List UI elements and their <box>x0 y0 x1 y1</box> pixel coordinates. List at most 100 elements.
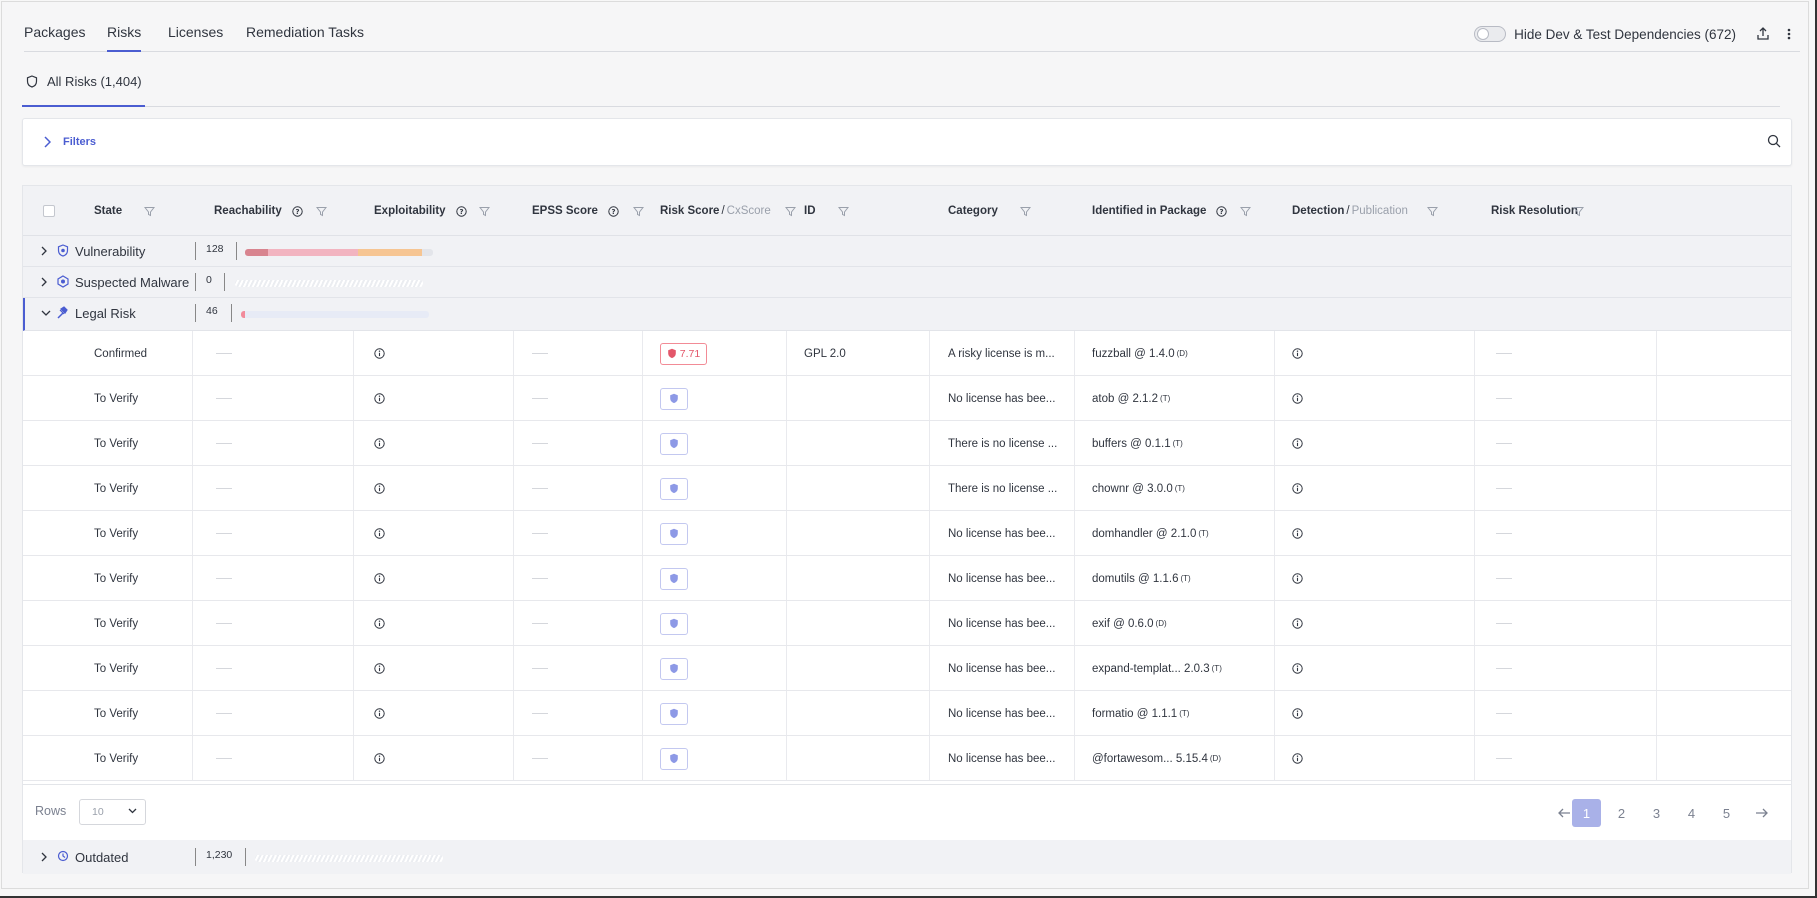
info-icon[interactable] <box>374 466 385 511</box>
export-icon[interactable] <box>1752 23 1774 45</box>
risk-score-badge[interactable] <box>660 466 688 511</box>
info-icon[interactable] <box>1292 601 1303 646</box>
header-state[interactable]: State <box>94 186 122 236</box>
risk-score-badge[interactable] <box>660 646 688 691</box>
group-legal-risk[interactable]: Legal Risk 46 <box>23 298 1791 331</box>
info-icon[interactable] <box>374 736 385 781</box>
info-icon[interactable] <box>374 601 385 646</box>
chevron-right-icon[interactable] <box>41 852 47 862</box>
table-row[interactable]: To Verify No license has bee... domutils @… <box>23 556 1791 601</box>
table-row[interactable]: To Verify There is no license ... buffers … <box>23 421 1791 466</box>
info-icon[interactable] <box>374 646 385 691</box>
filter-icon[interactable] <box>633 186 644 236</box>
package-cell[interactable]: buffers @ 0.1.1 (T) <box>1092 421 1183 466</box>
chevron-right-icon[interactable] <box>43 136 51 148</box>
filter-icon[interactable] <box>1573 186 1584 236</box>
info-icon[interactable] <box>1292 331 1303 376</box>
tab-remediation-tasks[interactable]: Remediation Tasks <box>246 24 364 52</box>
table-row[interactable]: Confirmed 7.71 GPL 2.0 A risky license is m… <box>23 331 1791 376</box>
filter-icon[interactable] <box>785 186 796 236</box>
header-risk-score[interactable]: Risk Score / CxScore <box>660 186 771 236</box>
risk-score-badge[interactable] <box>660 421 688 466</box>
score-badge[interactable] <box>660 477 688 500</box>
header-package[interactable]: Identified in Package ? <box>1092 186 1228 236</box>
filter-icon[interactable] <box>1020 186 1031 236</box>
info-icon[interactable] <box>374 376 385 421</box>
tab-risks[interactable]: Risks <box>107 24 142 52</box>
page-3[interactable]: 3 <box>1642 799 1671 827</box>
help-icon[interactable]: ? <box>292 205 303 217</box>
page-1[interactable]: 1 <box>1572 799 1601 827</box>
chevron-right-icon[interactable] <box>41 277 47 287</box>
package-cell[interactable]: exif @ 0.6.0 (D) <box>1092 601 1167 646</box>
table-row[interactable]: To Verify No license has bee... atob @ 2.1… <box>23 376 1791 421</box>
score-badge[interactable] <box>660 747 688 770</box>
hide-dev-toggle[interactable] <box>1474 26 1507 42</box>
package-cell[interactable]: @fortawesom... 5.15.4 (D) <box>1092 736 1221 781</box>
package-cell[interactable]: expand-templat... 2.0.3 (T) <box>1092 646 1222 691</box>
chevron-right-icon[interactable] <box>41 246 47 256</box>
more-options-icon[interactable] <box>1778 23 1800 45</box>
package-cell[interactable]: domutils @ 1.1.6 (T) <box>1092 556 1191 601</box>
package-cell[interactable]: formatio @ 1.1.1 (T) <box>1092 691 1189 736</box>
info-icon[interactable] <box>1292 511 1303 556</box>
risk-score-badge[interactable] <box>660 511 688 556</box>
filter-icon[interactable] <box>316 186 327 236</box>
header-category[interactable]: Category <box>948 186 998 236</box>
table-row[interactable]: To Verify No license has bee... formatio @… <box>23 691 1791 736</box>
info-icon[interactable] <box>1292 691 1303 736</box>
info-icon[interactable] <box>1292 421 1303 466</box>
risk-score-badge[interactable] <box>660 601 688 646</box>
table-row[interactable]: To Verify No license has bee... @fortaweso… <box>23 736 1791 781</box>
risk-score-badge[interactable] <box>660 736 688 781</box>
risk-score-badge[interactable] <box>660 556 688 601</box>
table-row[interactable]: To Verify No license has bee... expand-tem… <box>23 646 1791 691</box>
tab-all-risks[interactable]: All Risks (1,404) <box>22 57 145 107</box>
info-icon[interactable] <box>374 556 385 601</box>
group-vulnerability[interactable]: Vulnerability 128 <box>23 236 1791 267</box>
filter-icon[interactable] <box>1240 186 1251 236</box>
package-cell[interactable]: domhandler @ 2.1.0 (T) <box>1092 511 1209 556</box>
rows-per-page-select[interactable]: 10 <box>79 799 146 825</box>
filters-toggle[interactable]: Filters <box>63 136 96 148</box>
header-id[interactable]: ID <box>804 186 816 236</box>
info-icon[interactable] <box>374 331 385 376</box>
page-4[interactable]: 4 <box>1677 799 1706 827</box>
next-page-icon[interactable] <box>1747 799 1776 827</box>
package-cell[interactable]: fuzzball @ 1.4.0 (D) <box>1092 331 1188 376</box>
page-2[interactable]: 2 <box>1607 799 1636 827</box>
filter-icon[interactable] <box>838 186 849 236</box>
risk-score-badge[interactable]: 7.71 <box>660 331 707 376</box>
info-icon[interactable] <box>374 421 385 466</box>
info-icon[interactable] <box>374 691 385 736</box>
info-icon[interactable] <box>1292 466 1303 511</box>
package-cell[interactable]: chownr @ 3.0.0 (T) <box>1092 466 1185 511</box>
help-icon[interactable]: ? <box>455 205 467 217</box>
score-badge[interactable] <box>660 522 688 545</box>
tab-packages[interactable]: Packages <box>24 24 85 52</box>
search-icon[interactable] <box>1767 134 1781 148</box>
package-cell[interactable]: atob @ 2.1.2 (T) <box>1092 376 1170 421</box>
group-outdated[interactable]: Outdated 1,230 <box>23 840 1791 874</box>
table-row[interactable]: To Verify There is no license ... chownr @… <box>23 466 1791 511</box>
table-row[interactable]: To Verify No license has bee... domhandler… <box>23 511 1791 556</box>
score-badge[interactable] <box>660 567 688 590</box>
header-reachability[interactable]: Reachability ? <box>214 186 303 236</box>
tab-licenses[interactable]: Licenses <box>168 24 223 52</box>
select-all-checkbox[interactable] <box>43 205 55 217</box>
header-epss[interactable]: EPSS Score ? <box>532 186 619 236</box>
table-row[interactable]: To Verify No license has bee... exif @ 0.6… <box>23 601 1791 646</box>
filter-icon[interactable] <box>1427 186 1438 236</box>
help-icon[interactable]: ? <box>1216 205 1228 217</box>
score-badge[interactable]: 7.71 <box>660 342 707 365</box>
page-5[interactable]: 5 <box>1712 799 1741 827</box>
score-badge[interactable] <box>660 612 688 635</box>
risk-score-badge[interactable] <box>660 691 688 736</box>
chevron-down-icon[interactable] <box>41 310 51 316</box>
score-badge[interactable] <box>660 432 688 455</box>
info-icon[interactable] <box>1292 376 1303 421</box>
info-icon[interactable] <box>1292 556 1303 601</box>
filter-icon[interactable] <box>144 186 155 236</box>
info-icon[interactable] <box>374 511 385 556</box>
info-icon[interactable] <box>1292 646 1303 691</box>
